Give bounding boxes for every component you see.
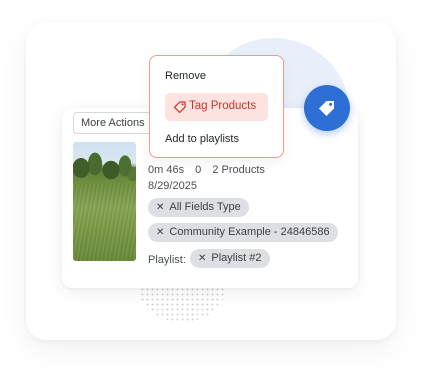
more-actions-button[interactable]: More Actions — [73, 112, 153, 134]
menu-item-add-to-playlists[interactable]: Add to playlists — [165, 133, 239, 145]
tag-badge — [304, 85, 350, 131]
count-text: 0 — [195, 164, 202, 176]
tag-icon — [173, 101, 186, 114]
menu-item-label: Tag Products — [189, 100, 257, 112]
playlist-chip-label: Playlist #2 — [211, 252, 262, 264]
tag-chip[interactable]: ✕ All Fields Type — [148, 198, 249, 217]
tag-label: All Fields Type — [169, 201, 241, 213]
tag-chip[interactable]: ✕ Community Example - 24846586 — [148, 223, 338, 242]
products-count-text: 2 Products — [212, 164, 265, 176]
playlist-label: Playlist: — [148, 254, 186, 266]
menu-item-tag-products[interactable]: Tag Products — [165, 93, 268, 121]
playlist-chip[interactable]: ✕ Playlist #2 — [190, 249, 270, 268]
date-text: 8/29/2025 — [148, 180, 205, 192]
close-icon[interactable]: ✕ — [156, 202, 164, 213]
tag-label: Community Example - 24846586 — [169, 226, 330, 238]
tag-icon — [319, 101, 334, 116]
date-value: 8/29/2025 — [148, 180, 197, 192]
video-meta: 0m 46s 0 2 Products — [148, 164, 273, 176]
actions-dropdown-menu: Remove Tag Products Add to playlists — [149, 55, 284, 158]
tree-line — [73, 142, 136, 184]
duration-text: 0m 46s — [148, 164, 185, 176]
close-icon[interactable]: ✕ — [156, 227, 164, 238]
grass-field — [73, 184, 136, 261]
menu-item-remove[interactable]: Remove — [165, 70, 206, 82]
close-icon[interactable]: ✕ — [198, 253, 206, 264]
field-photo-thumbnail[interactable] — [73, 142, 136, 261]
stage: More Actions 0m 46s 0 2 Products 8/29/20… — [0, 0, 422, 387]
